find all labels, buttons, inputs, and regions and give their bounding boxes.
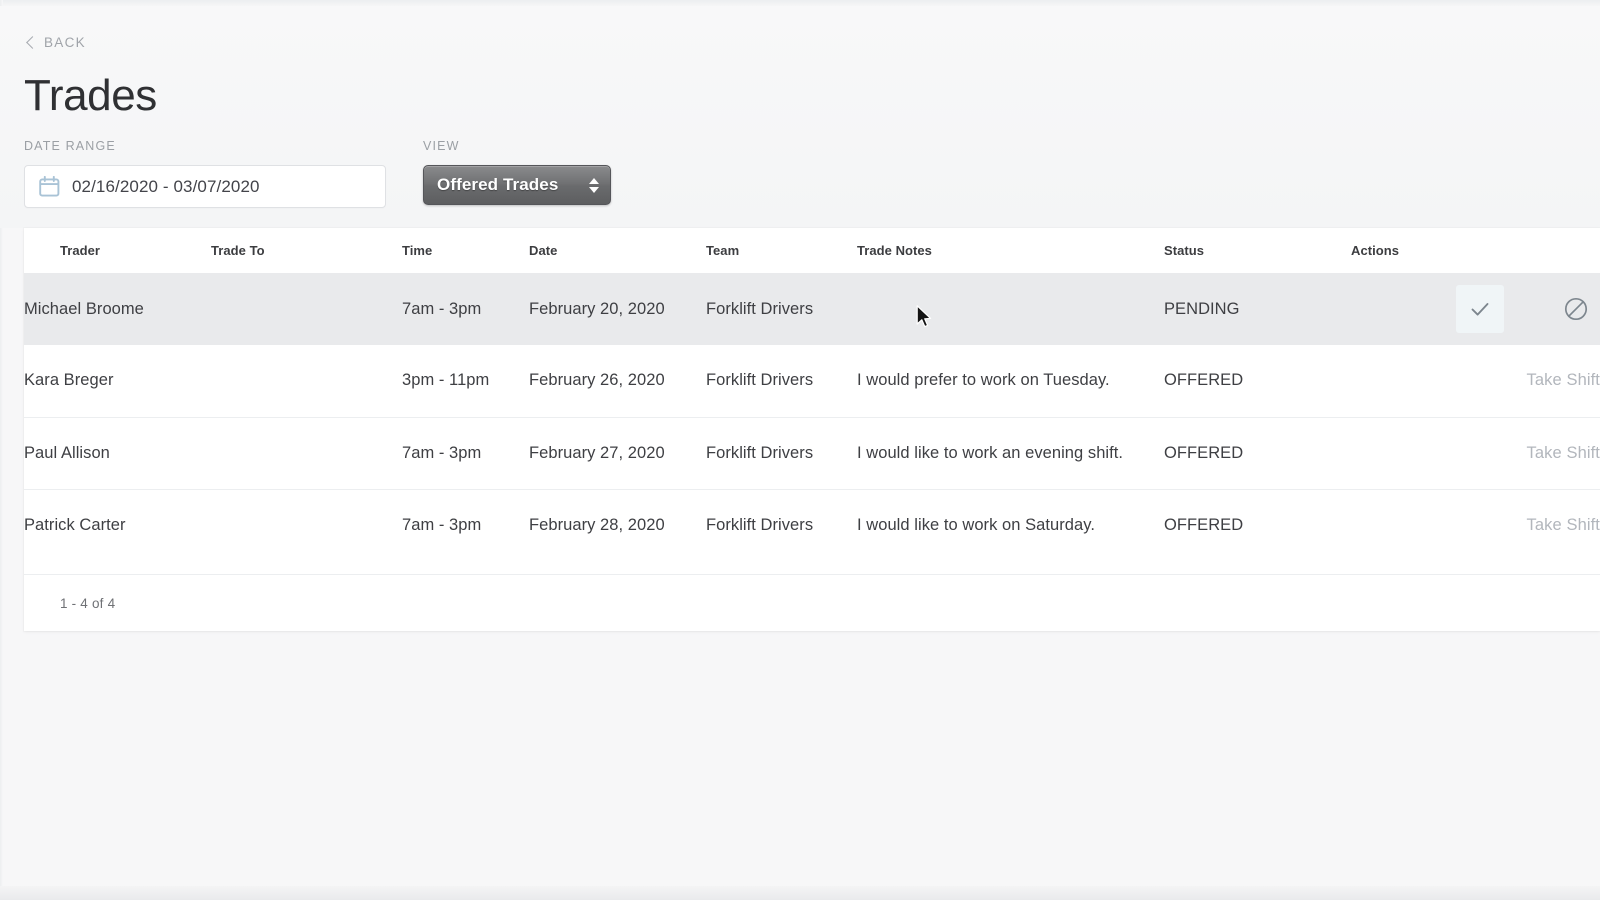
calendar-icon <box>39 176 60 197</box>
view-filter: VIEW Offered Trades <box>423 139 611 205</box>
table-row[interactable]: Kara Breger 3pm - 11pm February 26, 2020… <box>24 345 1600 417</box>
status-badge: OFFERED <box>1164 345 1351 417</box>
cell-actions: Take Shift <box>1351 417 1600 489</box>
cell-time: 7am - 3pm <box>402 489 529 561</box>
cell-team: Forklift Drivers <box>706 345 857 417</box>
cell-team: Forklift Drivers <box>706 489 857 561</box>
take-shift-button[interactable]: Take Shift <box>1527 371 1600 389</box>
approve-trade-button[interactable] <box>1456 285 1504 333</box>
cell-time: 7am - 3pm <box>402 273 529 345</box>
chevron-left-icon <box>26 36 39 49</box>
table-row[interactable]: Paul Allison 7am - 3pm February 27, 2020… <box>24 417 1600 489</box>
row-action-group <box>1456 285 1600 333</box>
cell-date: February 28, 2020 <box>529 489 706 561</box>
cell-time: 7am - 3pm <box>402 417 529 489</box>
table-header-row: Trader Trade To Time Date Team Trade Not… <box>24 228 1600 273</box>
trades-table: Trader Trade To Time Date Team Trade Not… <box>24 228 1600 561</box>
view-label: VIEW <box>423 139 611 153</box>
cell-team: Forklift Drivers <box>706 417 857 489</box>
cell-date: February 20, 2020 <box>529 273 706 345</box>
column-header-status[interactable]: Status <box>1164 228 1351 273</box>
view-select-value: Offered Trades <box>437 175 558 195</box>
cell-trader: Michael Broome <box>24 273 211 345</box>
column-header-trade-notes[interactable]: Trade Notes <box>857 228 1164 273</box>
table-row[interactable]: Patrick Carter 7am - 3pm February 28, 20… <box>24 489 1600 561</box>
date-range-filter: DATE RANGE 02/16/2020 - 03/07/2020 <box>24 139 386 208</box>
table-body: Michael Broome 7am - 3pm February 20, 20… <box>24 273 1600 561</box>
window-bottom-edge <box>0 886 1600 900</box>
column-header-trader[interactable]: Trader <box>24 228 211 273</box>
pagination-info: 1 - 4 of 4 <box>24 596 115 611</box>
trades-table-card: Trader Trade To Time Date Team Trade Not… <box>24 228 1600 631</box>
cell-actions: Take Shift <box>1351 489 1600 561</box>
cell-date: February 26, 2020 <box>529 345 706 417</box>
back-button-label: BACK <box>44 35 86 50</box>
cell-trade-to <box>211 273 402 345</box>
circle-slash-icon <box>1563 296 1589 322</box>
table-footer: 1 - 4 of 4 <box>24 574 1600 631</box>
cell-trade-notes <box>857 273 1164 345</box>
date-range-label: DATE RANGE <box>24 139 386 153</box>
cell-trade-notes: I would like to work an evening shift. <box>857 417 1164 489</box>
cell-trade-to <box>211 489 402 561</box>
cell-trade-to <box>211 345 402 417</box>
view-select[interactable]: Offered Trades <box>423 165 611 205</box>
column-header-trade-to[interactable]: Trade To <box>211 228 402 273</box>
cell-trader: Paul Allison <box>24 417 211 489</box>
column-header-team[interactable]: Team <box>706 228 857 273</box>
status-badge: PENDING <box>1164 273 1351 345</box>
stepper-updown-icon[interactable] <box>589 178 599 193</box>
cell-team: Forklift Drivers <box>706 273 857 345</box>
take-shift-button[interactable]: Take Shift <box>1527 516 1600 534</box>
page-title: Trades <box>24 70 157 122</box>
check-icon <box>1468 297 1492 321</box>
column-header-actions: Actions <box>1351 228 1600 273</box>
column-header-date[interactable]: Date <box>529 228 706 273</box>
cell-trade-to <box>211 417 402 489</box>
table-row[interactable]: Michael Broome 7am - 3pm February 20, 20… <box>24 273 1600 345</box>
deny-trade-button[interactable] <box>1552 285 1600 333</box>
cell-trade-notes: I would prefer to work on Tuesday. <box>857 345 1164 417</box>
cell-actions: Take Shift <box>1351 345 1600 417</box>
cell-actions <box>1351 273 1600 345</box>
cell-time: 3pm - 11pm <box>402 345 529 417</box>
column-header-time[interactable]: Time <box>402 228 529 273</box>
cell-trader: Patrick Carter <box>24 489 211 561</box>
back-button[interactable]: BACK <box>28 35 86 50</box>
take-shift-button[interactable]: Take Shift <box>1527 444 1600 462</box>
cell-trader: Kara Breger <box>24 345 211 417</box>
status-badge: OFFERED <box>1164 489 1351 561</box>
date-range-value: 02/16/2020 - 03/07/2020 <box>72 177 260 197</box>
status-badge: OFFERED <box>1164 417 1351 489</box>
page-header: BACK Trades DATE RANGE 02/16/2020 - 03/0… <box>0 6 1600 228</box>
cell-trade-notes: I would like to work on Saturday. <box>857 489 1164 561</box>
cell-date: February 27, 2020 <box>529 417 706 489</box>
date-range-input[interactable]: 02/16/2020 - 03/07/2020 <box>24 165 386 208</box>
